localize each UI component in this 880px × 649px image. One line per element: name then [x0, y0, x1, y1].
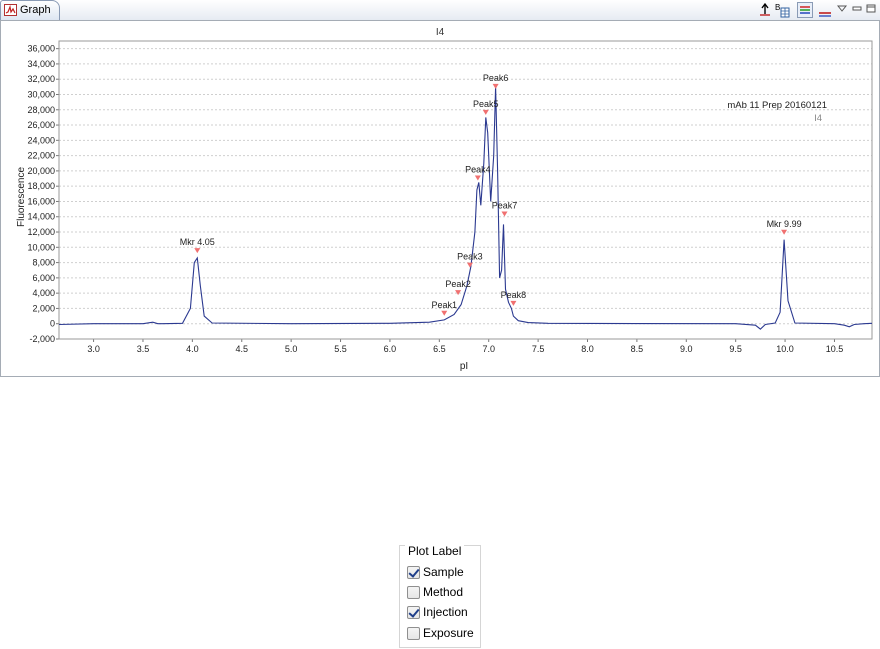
- x-tick-label: 8.0: [581, 344, 594, 354]
- peak-marker-icon[interactable]: [757, 2, 773, 18]
- line-style-icon[interactable]: [817, 2, 833, 18]
- y-axis: -2,000 0 2,000 4,000 6,000 8,000 10,000 12,000 1…: [27, 44, 59, 344]
- peak-label: Peak4: [465, 165, 491, 175]
- x-tick-label: 5.0: [285, 344, 298, 354]
- x-tick-label: 10.5: [826, 344, 844, 354]
- exposure-label: Exposure: [423, 626, 474, 640]
- injection-checkbox[interactable]: [407, 606, 420, 619]
- tab-strip: Graph B: [0, 0, 880, 21]
- peak-marker: [501, 211, 508, 217]
- method-checkbox[interactable]: [407, 586, 420, 599]
- legend-icon[interactable]: [797, 2, 813, 18]
- x-tick-label: 6.5: [433, 344, 446, 354]
- y-tick-label: 26,000: [27, 120, 55, 130]
- x-tick-label: 10.0: [776, 344, 794, 354]
- x-axis: 3.0 3.5 4.0 4.5 5.0 5.5 6.0 6.5 7.0 7.5 8.0 8.5 9.0 9…: [87, 339, 843, 354]
- y-tick-label: 2,000: [32, 303, 55, 313]
- chart-title: I4: [436, 27, 445, 38]
- x-tick-label: 6.0: [384, 344, 397, 354]
- peak-table-icon[interactable]: B: [774, 2, 790, 18]
- y-tick-label: 16,000: [27, 196, 55, 206]
- peak-label: Mkr 4.05: [180, 237, 215, 247]
- grid: [59, 48, 872, 340]
- peak-label: Peak8: [501, 290, 527, 300]
- peak-label: Peak7: [492, 200, 518, 210]
- x-axis-label: pI: [460, 361, 468, 372]
- sample-checkbox[interactable]: [407, 566, 420, 579]
- chart: I4 -2,000 0 2,000 4,000 6,000 8,000 10,000 12,0…: [16, 27, 873, 372]
- x-tick-label: 9.0: [680, 344, 693, 354]
- x-tick-label: 4.0: [186, 344, 199, 354]
- sample-label: Sample: [423, 565, 464, 579]
- tab-graph[interactable]: Graph: [0, 0, 60, 20]
- peak-label: Peak6: [483, 73, 509, 83]
- peak-marker: [466, 262, 473, 268]
- tab-label: Graph: [20, 4, 51, 16]
- x-tick-label: 8.5: [631, 344, 644, 354]
- maximize-icon[interactable]: [865, 2, 880, 18]
- peak-label: Mkr 9.99: [767, 219, 802, 229]
- peak-marker: [781, 229, 788, 235]
- peak-marker: [492, 83, 499, 89]
- y-axis-label: Fluorescence: [16, 167, 27, 227]
- x-tick-label: 9.5: [729, 344, 742, 354]
- view-menu-icon[interactable]: [836, 2, 852, 18]
- y-tick-label: 22,000: [27, 151, 55, 161]
- y-tick-label: 20,000: [27, 166, 55, 176]
- peak-label: Peak3: [457, 252, 483, 262]
- peak-marker: [510, 300, 517, 306]
- x-tick-label: 7.0: [482, 344, 495, 354]
- graph-icon: [4, 4, 17, 16]
- svg-text:B: B: [775, 3, 780, 12]
- y-tick-label: 24,000: [27, 135, 55, 145]
- peak-marker: [441, 310, 448, 316]
- y-tick-label: 4,000: [32, 288, 55, 298]
- y-tick-label: 30,000: [27, 89, 55, 99]
- plot-area: [58, 40, 873, 340]
- method-label: Method: [423, 585, 464, 599]
- y-tick-label: 8,000: [32, 258, 55, 268]
- y-tick-label: 18,000: [27, 181, 55, 191]
- peak-marker: [482, 109, 489, 115]
- y-tick-label: 6,000: [32, 273, 55, 283]
- peak-label: Peak5: [473, 99, 499, 109]
- peak-label: Peak1: [431, 300, 457, 310]
- y-tick-label: 0: [50, 319, 55, 329]
- exposure-checkbox[interactable]: [407, 627, 420, 640]
- x-tick-label: 5.5: [334, 344, 347, 354]
- y-tick-label: 10,000: [27, 242, 55, 252]
- annotation-line1: mAb 11 Prep 20160121: [727, 100, 827, 111]
- plot-label-title: Plot Label: [405, 544, 465, 558]
- peak-label: Peak2: [445, 279, 471, 289]
- injection-label: Injection: [423, 605, 468, 619]
- x-tick-label: 3.5: [137, 344, 150, 354]
- plot-label-group: Plot Label Sample Method Injection Expos…: [399, 544, 481, 648]
- x-tick-label: 3.0: [87, 344, 100, 354]
- y-tick-label: 32,000: [27, 74, 55, 84]
- annotation-line2: I4: [814, 113, 822, 124]
- y-tick-label: 36,000: [27, 44, 55, 54]
- peak-marker: [194, 248, 201, 254]
- y-tick-label: 12,000: [27, 227, 55, 237]
- peak-marker: [474, 175, 481, 181]
- y-tick-label: 28,000: [27, 105, 55, 115]
- x-tick-label: 7.5: [532, 344, 545, 354]
- y-tick-label: 34,000: [27, 59, 55, 69]
- y-tick-label: 14,000: [27, 212, 55, 222]
- x-tick-label: 4.5: [235, 344, 248, 354]
- y-tick-label: -2,000: [29, 334, 55, 344]
